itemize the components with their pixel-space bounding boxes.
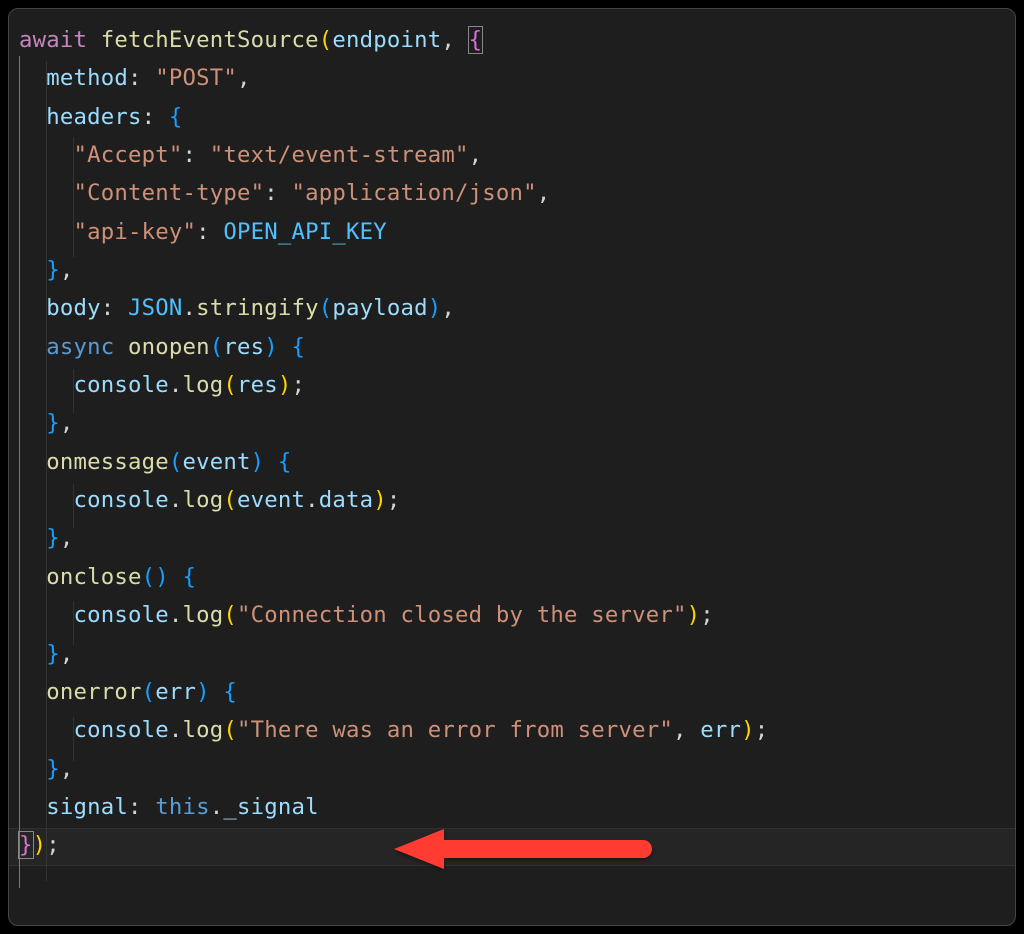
keyword-this: this (155, 794, 210, 820)
var-endpoint: endpoint (332, 27, 441, 53)
fn-onopen: onopen (128, 334, 210, 360)
fn-stringify: stringify (196, 295, 319, 321)
prop-headers: headers (46, 104, 141, 130)
prop-signal: signal (46, 794, 128, 820)
var-err: err (700, 717, 741, 743)
prop-_signal: _signal (223, 794, 318, 820)
hdr-content-type-key: "Content-type" (74, 180, 265, 206)
hdr-accept-key: "Accept" (74, 142, 183, 168)
param-res: res (223, 334, 264, 360)
keyword-await: await (19, 27, 87, 53)
var-event: event (237, 487, 305, 513)
param-event: event (183, 449, 251, 475)
var-res: res (237, 372, 278, 398)
prop-method: method (46, 65, 128, 91)
fn-log: log (183, 372, 224, 398)
hdr-api-key-key: "api-key" (74, 219, 197, 245)
fn-onmessage: onmessage (46, 449, 169, 475)
hdr-accept-val: "text/event-stream" (210, 142, 469, 168)
prop-data: data (319, 487, 374, 513)
param-err: err (155, 679, 196, 705)
str-error-msg: "There was an error from server" (237, 717, 673, 743)
str-close-msg: "Connection closed by the server" (237, 602, 687, 628)
fn-log: log (183, 602, 224, 628)
console: console (74, 717, 169, 743)
hdr-content-type-val: "application/json" (291, 180, 536, 206)
fn-log: log (183, 717, 224, 743)
console: console (74, 487, 169, 513)
fn-fetchEventSource: fetchEventSource (101, 27, 319, 53)
keyword-async: async (46, 334, 114, 360)
json-obj: JSON (128, 295, 183, 321)
code-editor: await fetchEventSource(endpoint, { metho… (8, 8, 1016, 926)
prop-body: body (46, 295, 101, 321)
console: console (74, 372, 169, 398)
const-open-api-key: OPEN_API_KEY (223, 219, 387, 245)
str-post: "POST" (155, 65, 237, 91)
fn-log: log (183, 487, 224, 513)
fn-onclose: onclose (46, 564, 141, 590)
console: console (74, 602, 169, 628)
code-block[interactable]: await fetchEventSource(endpoint, { metho… (9, 9, 1015, 877)
fn-onerror: onerror (46, 679, 141, 705)
var-payload: payload (332, 295, 427, 321)
